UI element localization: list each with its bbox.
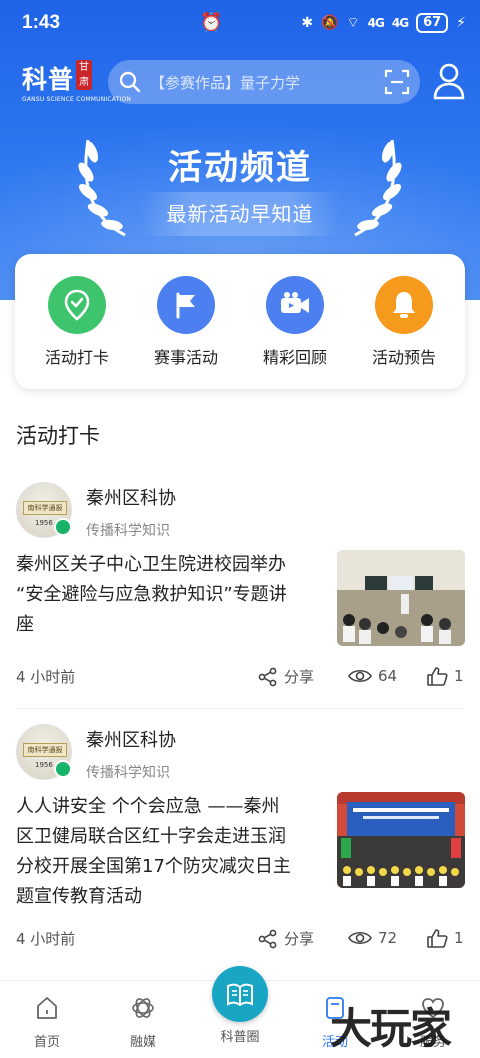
battery-indicator: 67 — [416, 13, 449, 33]
user-profile-icon[interactable] — [432, 62, 466, 100]
banner-title: 活动频道 — [168, 148, 312, 188]
tab-home[interactable]: 首页 — [12, 995, 82, 1050]
tab-label: 融媒 — [129, 1035, 156, 1050]
quick-action-checkin[interactable]: 活动打卡 — [27, 276, 127, 368]
like-button[interactable]: 1 — [426, 666, 464, 686]
bluetooth-icon: ✱ — [301, 15, 314, 31]
verified-badge-icon — [54, 760, 72, 778]
post-title-line: 题宣传教育活动 — [16, 886, 142, 907]
eye-icon — [348, 931, 372, 945]
post-card-2[interactable]: 南科学通报 1956 秦州区科协 传播科学知识 人人讲安全 个个会应急 ——秦州… — [0, 712, 480, 962]
app-header: 科普 甘肃 GANSU SCIENCE COMMUNICATION 【参赛作品】量… — [0, 56, 480, 110]
search-icon — [119, 71, 141, 93]
media-icon — [132, 998, 154, 1018]
home-icon — [37, 997, 57, 1019]
author-name[interactable]: 秦州区科协 — [86, 484, 176, 510]
post-title[interactable]: 秦州区关子中心卫生院进校园举办 “安全避险与应急救护知识”专题讲 座 — [16, 550, 316, 640]
avatar-plate: 南科学通报 — [23, 743, 67, 757]
alarm-icon: ⏰ — [200, 12, 223, 33]
post-title-line: 分校开展全国第17个防灾减灾日主 — [16, 856, 291, 877]
share-label: 分享 — [284, 930, 315, 948]
section-title: 活动打卡 — [16, 424, 100, 448]
logo-text: 科普 — [22, 65, 75, 94]
lecture-photo — [337, 550, 465, 646]
views-count: 64 — [348, 666, 397, 686]
share-button[interactable]: 分享 — [258, 666, 314, 687]
thumbs-up-icon — [427, 929, 448, 948]
post-title-line: 秦州区关子中心卫生院进校园举办 — [16, 554, 286, 575]
eye-icon — [348, 669, 372, 683]
post-time: 4 小时前 — [16, 668, 76, 686]
flag-icon — [157, 276, 215, 334]
book-icon — [227, 983, 253, 1007]
watermark: 大玩家 — [330, 1004, 452, 1053]
status-time: 1:43 — [22, 12, 61, 33]
video-camera-icon — [266, 276, 324, 334]
post-title-line: 人人讲安全 个个会应急 ——秦州 — [16, 796, 280, 817]
search-placeholder: 【参赛作品】量子力学 — [150, 74, 301, 92]
quick-action-preview[interactable]: 活动预告 — [354, 276, 454, 368]
quick-action-label: 精彩回顾 — [262, 348, 327, 367]
charging-icon: ⚡ — [456, 15, 466, 31]
wifi-icon: ⌔ — [346, 15, 360, 31]
quick-action-label: 赛事活动 — [153, 348, 218, 367]
avatar-year: 1956 — [35, 761, 53, 769]
bell-icon — [375, 276, 433, 334]
author-slogan: 传播科学知识 — [86, 765, 170, 781]
post-title-line: 座 — [16, 614, 34, 635]
search-bar[interactable]: 【参赛作品】量子力学 — [108, 60, 420, 104]
avatar-plate: 南科学通报 — [23, 501, 67, 515]
tab-science-circle[interactable] — [212, 966, 268, 1022]
post-thumbnail[interactable] — [337, 792, 465, 888]
author-slogan: 传播科学知识 — [86, 523, 170, 539]
event-photo — [337, 792, 465, 888]
quick-action-events[interactable]: 赛事活动 — [136, 276, 236, 368]
post-time: 4 小时前 — [16, 930, 76, 948]
post-title[interactable]: 人人讲安全 个个会应急 ——秦州 区卫健局联合区红十字会走进玉润 分校开展全国第… — [16, 792, 316, 912]
quick-action-label: 活动打卡 — [44, 348, 109, 367]
post-divider — [16, 708, 464, 709]
post-card-1[interactable]: 南科学通报 1956 秦州区科协 传播科学知识 秦州区关子中心卫生院进校园举办 … — [0, 470, 480, 700]
tab-media[interactable]: 融媒 — [108, 995, 178, 1050]
share-icon — [258, 929, 277, 948]
share-icon — [258, 667, 277, 686]
quick-action-label: 活动预告 — [371, 348, 436, 367]
quick-actions-card: 活动打卡 赛事活动 精彩回顾 活动预告 — [15, 254, 465, 389]
verified-badge-icon — [54, 518, 72, 536]
post-thumbnail[interactable] — [337, 550, 465, 646]
app-logo[interactable]: 科普 甘肃 GANSU SCIENCE COMMUNICATION — [22, 60, 131, 103]
logo-seal: 甘肃 — [76, 60, 93, 90]
tab-label-science-circle: 科普圈 — [220, 1030, 260, 1045]
quick-action-review[interactable]: 精彩回顾 — [245, 276, 345, 368]
views-value: 72 — [378, 929, 398, 947]
likes-value: 1 — [454, 929, 464, 947]
author-name[interactable]: 秦州区科协 — [86, 726, 176, 752]
status-bar: 1:43 ⏰ ✱ 🔕 ⌔ 4G 4G 67 ⚡ — [0, 0, 480, 48]
mute-icon: 🔕 — [321, 15, 339, 31]
share-label: 分享 — [284, 668, 315, 686]
views-value: 64 — [378, 667, 398, 685]
likes-value: 1 — [454, 667, 464, 685]
signal-1-label: 4G — [367, 16, 385, 30]
like-button[interactable]: 1 — [426, 928, 464, 948]
scan-icon[interactable] — [384, 69, 410, 95]
avatar-year: 1956 — [35, 519, 53, 527]
banner-subtitle: 最新活动早知道 — [140, 192, 340, 236]
tab-label: 首页 — [33, 1035, 60, 1050]
signal-2-label: 4G — [391, 16, 409, 30]
status-right-icons: ✱ 🔕 ⌔ 4G 4G 67 ⚡ — [301, 13, 466, 33]
share-button[interactable]: 分享 — [258, 928, 314, 949]
thumbs-up-icon — [427, 667, 448, 686]
views-count: 72 — [348, 928, 397, 948]
location-check-icon — [48, 276, 106, 334]
post-title-line: 区卫健局联合区红十字会走进玉润 — [16, 826, 286, 847]
post-title-line: “安全避险与应急救护知识”专题讲 — [16, 584, 287, 605]
